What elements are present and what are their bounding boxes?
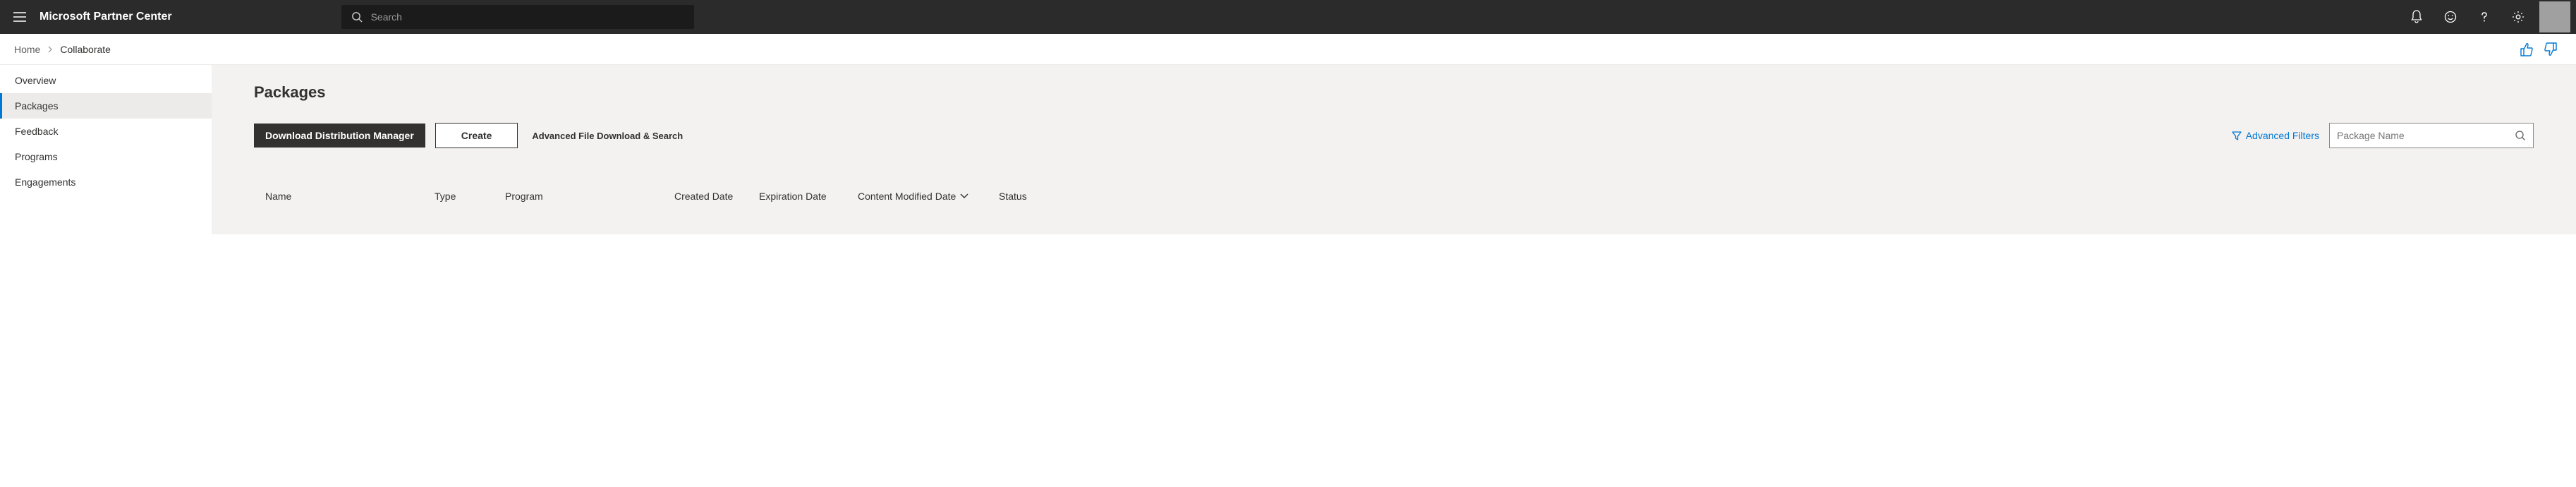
feedback-thumbs [2518, 42, 2562, 57]
package-name-input[interactable] [2337, 130, 2515, 141]
advanced-filters-link[interactable]: Advanced Filters [2232, 130, 2319, 141]
search-container [341, 5, 694, 29]
brand-title: Microsoft Partner Center [40, 11, 172, 23]
page-title: Packages [254, 83, 2534, 102]
advanced-file-download-link[interactable]: Advanced File Download & Search [532, 131, 683, 141]
main-content: Packages Download Distribution Manager C… [212, 65, 2576, 234]
thumbs-down-button[interactable] [2544, 42, 2559, 57]
sidebar-item-feedback[interactable]: Feedback [0, 119, 212, 144]
chevron-down-icon [960, 193, 968, 199]
avatar[interactable] [2539, 1, 2570, 32]
breadcrumb-bar: Home Collaborate [0, 34, 2576, 65]
notifications-button[interactable] [2401, 0, 2432, 34]
chevron-right-icon [47, 46, 53, 53]
thumbs-up-icon [2518, 42, 2534, 57]
settings-button[interactable] [2503, 0, 2534, 34]
sidebar-item-programs[interactable]: Programs [0, 144, 212, 169]
sidebar-item-packages[interactable]: Packages [0, 93, 212, 119]
search-icon [2515, 130, 2526, 141]
content-wrap: Overview Packages Feedback Programs Enga… [0, 65, 2576, 234]
sidebar-item-engagements[interactable]: Engagements [0, 169, 212, 195]
search-input[interactable] [371, 11, 684, 23]
hamburger-icon [13, 12, 26, 22]
advanced-filters-label: Advanced Filters [2246, 130, 2319, 141]
smiley-icon [2444, 11, 2457, 23]
search-box[interactable] [341, 5, 694, 29]
search-icon [351, 11, 363, 23]
breadcrumb-home[interactable]: Home [14, 44, 40, 55]
package-name-filter[interactable] [2329, 123, 2534, 148]
breadcrumb: Home Collaborate [14, 44, 111, 55]
column-header-type[interactable]: Type [435, 191, 505, 202]
feedback-smiley-button[interactable] [2435, 0, 2466, 34]
thumbs-down-icon [2544, 42, 2559, 57]
column-header-content-modified-date[interactable]: Content Modified Date [858, 191, 999, 202]
column-header-name[interactable]: Name [265, 191, 435, 202]
sidebar: Overview Packages Feedback Programs Enga… [0, 65, 212, 234]
sidebar-item-overview[interactable]: Overview [0, 68, 212, 93]
action-row: Download Distribution Manager Create Adv… [254, 123, 2534, 148]
column-header-created-date[interactable]: Created Date [674, 191, 759, 202]
column-header-program[interactable]: Program [505, 191, 674, 202]
question-icon [2478, 11, 2491, 23]
help-button[interactable] [2469, 0, 2500, 34]
thumbs-up-button[interactable] [2518, 42, 2534, 57]
hamburger-menu-button[interactable] [6, 0, 34, 34]
create-button[interactable]: Create [435, 123, 518, 148]
top-right-actions [2401, 0, 2570, 34]
column-header-status[interactable]: Status [999, 191, 1055, 202]
column-header-expiration-date[interactable]: Expiration Date [759, 191, 858, 202]
column-header-modified-label: Content Modified Date [858, 191, 956, 202]
filter-icon [2232, 131, 2242, 140]
gear-icon [2512, 11, 2525, 23]
bell-icon [2410, 10, 2423, 24]
packages-table-header: Name Type Program Created Date Expiratio… [254, 191, 2534, 202]
breadcrumb-current: Collaborate [60, 44, 111, 55]
top-bar: Microsoft Partner Center [0, 0, 2576, 34]
download-distribution-manager-button[interactable]: Download Distribution Manager [254, 124, 425, 148]
